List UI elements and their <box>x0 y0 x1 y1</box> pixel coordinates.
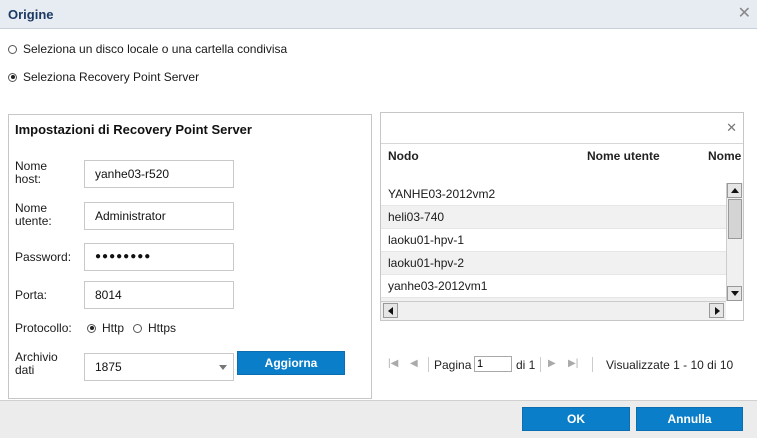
arrow-right-icon <box>715 307 720 315</box>
radio-https[interactable] <box>133 323 142 333</box>
previous-page-icon[interactable]: ◀ <box>410 358 418 369</box>
nodes-toolbar: ✕ <box>381 113 743 144</box>
port-label: Porta: <box>15 288 48 302</box>
scroll-down-button[interactable] <box>727 286 742 301</box>
radio-local-disk-option[interactable]: Seleziona un disco locale o una cartella… <box>8 42 287 56</box>
arrow-left-icon <box>388 307 393 315</box>
radio-rps[interactable] <box>8 72 17 82</box>
pager-divider <box>428 357 429 372</box>
last-page-icon[interactable]: ▶| <box>568 358 578 369</box>
port-field[interactable]: 8014 <box>84 281 234 309</box>
scroll-right-button[interactable] <box>709 303 724 318</box>
clear-icon[interactable]: ✕ <box>726 120 737 136</box>
column-header-node[interactable]: Nodo <box>388 149 419 163</box>
protocol-https-label: Https <box>148 321 177 335</box>
table-row[interactable]: YANHE03-2012vm2 <box>381 183 726 206</box>
settings-title: Impostazioni di Recovery Point Server <box>15 122 252 137</box>
pager-divider <box>592 357 593 372</box>
page-count-label: di 1 <box>516 358 536 372</box>
next-page-icon[interactable]: ▶ <box>548 358 556 369</box>
protocol-https-option[interactable]: Https <box>133 321 176 335</box>
cancel-button[interactable]: Annulla <box>636 407 743 431</box>
radio-http[interactable] <box>87 323 96 333</box>
rps-settings-panel: Impostazioni di Recovery Point Server No… <box>8 114 372 399</box>
radio-local-disk-label: Seleziona un disco locale o una cartella… <box>23 42 288 56</box>
radio-rps-option[interactable]: Seleziona Recovery Point Server <box>8 70 199 84</box>
column-header-username[interactable]: Nome utente <box>587 149 660 163</box>
close-icon[interactable]: ✕ <box>738 3 751 23</box>
scroll-left-button[interactable] <box>383 303 398 318</box>
dialog-footer: OK Annulla <box>0 400 757 438</box>
protocol-label: Protocollo: <box>15 321 72 335</box>
page-label: Pagina <box>434 358 472 372</box>
datastore-select[interactable]: 1875 <box>84 353 234 381</box>
password-field[interactable]: ●●●●●●●● <box>84 243 234 271</box>
refresh-button[interactable]: Aggiorna <box>237 351 345 375</box>
radio-local-disk[interactable] <box>8 44 17 54</box>
table-row[interactable]: yanhe03-2012vm1 <box>381 275 726 298</box>
scroll-up-button[interactable] <box>727 183 742 198</box>
pager-divider <box>540 357 541 372</box>
pagination-bar: |◀ ◀ Pagina di 1 ▶ ▶| Visualizzate 1 - 1… <box>380 351 744 379</box>
password-label: Password: <box>15 250 72 264</box>
hostname-field[interactable]: yanhe03-r520 <box>84 160 234 188</box>
arrow-up-icon <box>731 188 739 193</box>
chevron-down-icon[interactable] <box>219 365 227 370</box>
protocol-http-label: Http <box>102 321 125 335</box>
radio-rps-label: Seleziona Recovery Point Server <box>23 70 200 84</box>
username-label: Nome utente: <box>15 201 52 228</box>
table-row[interactable]: heli03-740 <box>381 206 726 229</box>
nodes-list: YANHE03-2012vm2 heli03-740 laoku01-hpv-1… <box>381 183 726 301</box>
display-count-text: Visualizzate 1 - 10 di 10 <box>606 358 734 372</box>
table-row[interactable]: laoku01-hpv-1 <box>381 229 726 252</box>
nodes-panel: ✕ Nodo Nome utente Nome YANHE03-2012vm2 … <box>380 112 744 321</box>
page-number-input[interactable] <box>474 356 512 372</box>
protocol-http-option[interactable]: Http <box>87 321 124 335</box>
dialog-title: Origine <box>8 7 54 22</box>
horizontal-scrollbar[interactable] <box>381 301 726 320</box>
ok-button[interactable]: OK <box>522 407 630 431</box>
column-header-name[interactable]: Nome <box>708 149 741 163</box>
dialog-titlebar: Origine ✕ <box>0 0 757 29</box>
datastore-label: Archivio dati <box>15 350 58 377</box>
arrow-down-icon <box>731 291 739 296</box>
scroll-thumb[interactable] <box>728 199 742 239</box>
username-field[interactable]: Administrator <box>84 202 234 230</box>
first-page-icon[interactable]: |◀ <box>388 358 398 369</box>
hostname-label: Nome host: <box>15 159 48 186</box>
table-row[interactable]: laoku01-hpv-2 <box>381 252 726 275</box>
datastore-value: 1875 <box>95 360 122 374</box>
vertical-scrollbar[interactable] <box>726 183 743 301</box>
